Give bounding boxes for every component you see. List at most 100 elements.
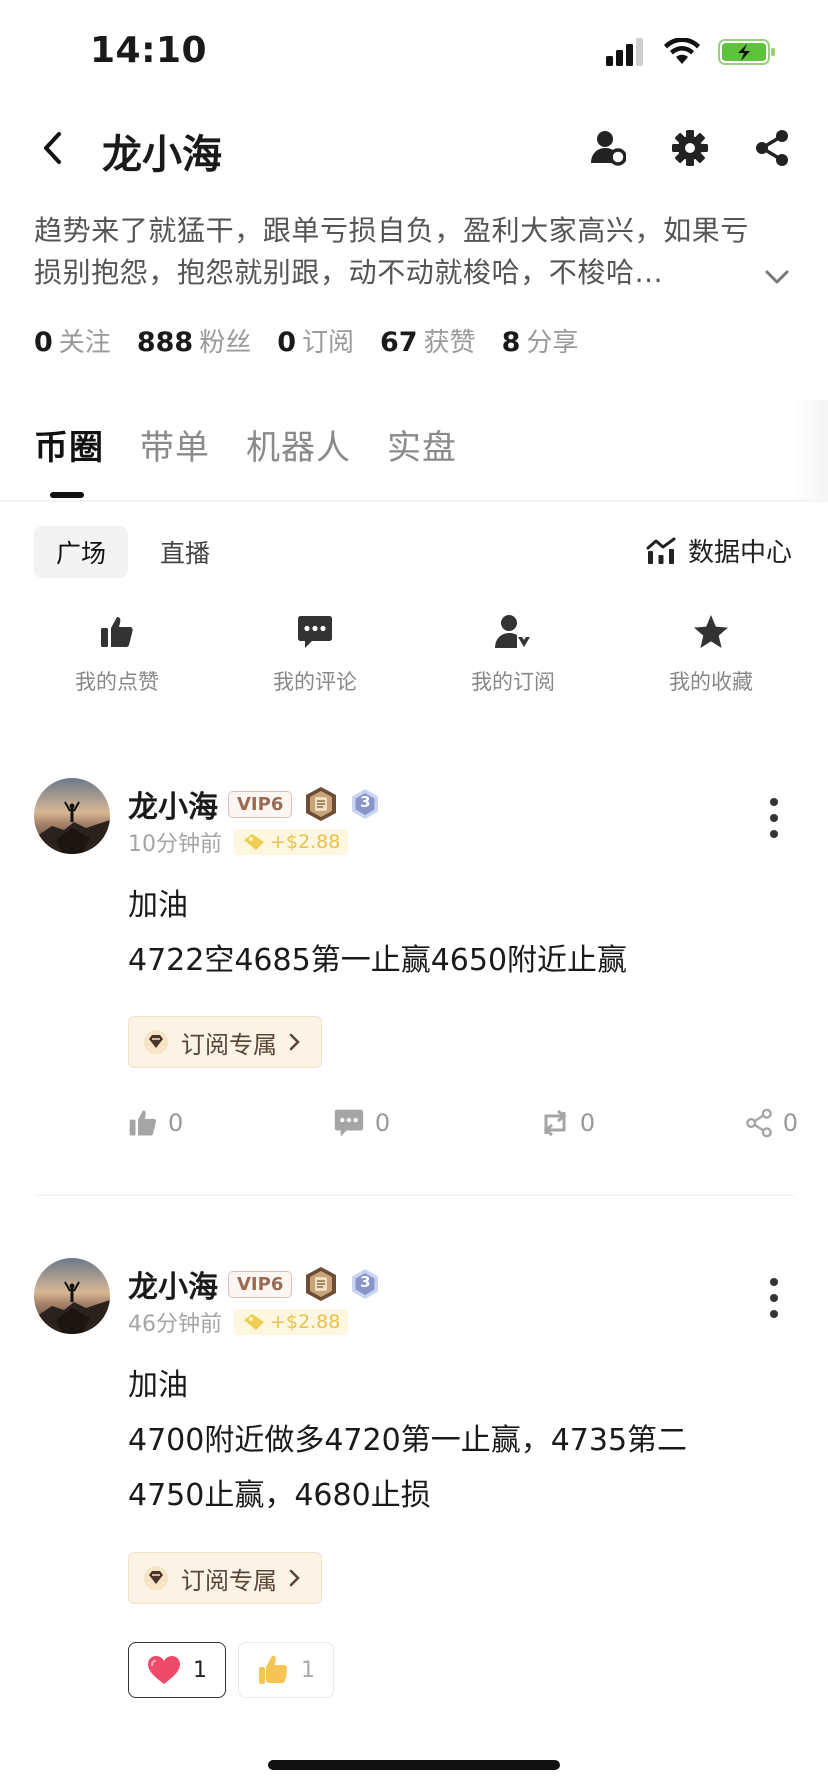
quick-action-label: 我的点赞 — [75, 670, 159, 694]
nav-bar: 龙小海 — [0, 108, 828, 188]
chevron-right-icon — [289, 1033, 300, 1051]
post-card: 龙小海 VIP6 3 10分钟前 +$2.88 加油 4722空4685第一止赢… — [0, 778, 828, 1158]
share-post-button[interactable]: 0 — [745, 1108, 798, 1138]
repost-button[interactable]: 0 — [540, 1108, 595, 1138]
thumbs-up-reaction[interactable]: 1 — [238, 1642, 334, 1698]
profile-stats: 0 关注 888 粉丝 0 订阅 67 获赞 8 分享 — [34, 322, 578, 359]
more-options-button[interactable] — [768, 798, 780, 838]
author-row: 龙小海 VIP6 3 — [128, 782, 380, 826]
chevron-down-icon — [765, 270, 789, 284]
bio-expand-button[interactable] — [762, 262, 792, 292]
quick-actions: 我的点赞 我的评论 我的订阅 我的收藏 — [0, 612, 828, 696]
author-name[interactable]: 龙小海 — [128, 782, 218, 826]
status-icons — [606, 38, 776, 66]
post-time: 10分钟前 — [128, 832, 222, 857]
level-badge: 3 — [350, 788, 380, 820]
battery-charging-icon — [718, 39, 775, 65]
my-comments-button[interactable]: 我的评论 — [216, 612, 414, 696]
level-number: 3 — [360, 793, 371, 811]
comment-button[interactable]: 0 — [333, 1108, 390, 1138]
gear-icon — [672, 130, 708, 166]
post-line: 加油 — [128, 1368, 188, 1403]
heart-reaction[interactable]: 1 — [128, 1642, 226, 1698]
page-title: 龙小海 — [102, 132, 222, 178]
data-center-label: 数据中心 — [687, 538, 792, 568]
repost-count: 0 — [579, 1109, 596, 1137]
wifi-icon — [664, 38, 700, 64]
author-row: 龙小海 VIP6 3 — [128, 1262, 380, 1306]
settings-button[interactable] — [668, 126, 712, 170]
back-button[interactable] — [32, 126, 72, 170]
tab-crypto-circle[interactable]: 币圈 — [34, 420, 104, 469]
subtab-plaza[interactable]: 广场 — [34, 526, 129, 578]
my-subscriptions-button[interactable]: 我的订阅 — [414, 612, 612, 696]
tab-copy-trading[interactable]: 带单 — [140, 420, 210, 469]
chevron-left-icon — [44, 132, 61, 164]
my-favorites-button[interactable]: 我的收藏 — [612, 612, 810, 696]
status-time: 14:10 — [90, 30, 208, 71]
nav-actions — [586, 126, 794, 170]
author-name[interactable]: 龙小海 — [128, 1262, 218, 1306]
post-line: 加油 — [128, 888, 188, 923]
post-meta: 46分钟前 +$2.88 — [128, 1306, 349, 1338]
tag-label: 订阅专属 — [181, 1566, 277, 1595]
share-count: 0 — [782, 1109, 798, 1137]
reward-amount: +$2.88 — [270, 1311, 341, 1333]
bio-line: 趋势来了就猛干，跟单亏损自负，盈利大家高兴，如果亏 — [34, 214, 750, 247]
tab-bots[interactable]: 机器人 — [246, 420, 351, 469]
star-icon — [694, 615, 728, 648]
subscriber-only-tag[interactable]: 订阅专属 — [128, 1016, 322, 1068]
quick-action-label: 我的评论 — [273, 670, 357, 694]
stat-following[interactable]: 0 关注 — [34, 322, 111, 359]
avatar[interactable] — [34, 1258, 110, 1334]
post-actions: 0 0 0 0 — [128, 1108, 798, 1138]
share-icon — [756, 130, 788, 166]
stat-likes-received: 67 获赞 — [380, 327, 476, 358]
main-tabs: 币圈 带单 机器人 实盘 — [34, 420, 457, 469]
thumbs-up-icon — [101, 617, 133, 647]
heart-icon — [148, 1656, 180, 1684]
like-button[interactable]: 0 — [128, 1108, 183, 1138]
post-content: 加油 4700附近做多4720第一止赢，4735第二 4750止赢，4680止损 — [128, 1358, 768, 1523]
stat-shares: 8 分享 — [501, 327, 579, 358]
status-bar: 14:10 — [0, 0, 828, 100]
comment-count: 0 — [374, 1109, 391, 1137]
bio-line: 损别抱怨，抱怨就别跟，动不动就梭哈，不梭哈... — [34, 256, 664, 289]
heart-reaction-count: 1 — [193, 1657, 207, 1683]
medal-icon — [306, 1267, 337, 1301]
stat-followers[interactable]: 888 粉丝 — [137, 322, 251, 359]
comment-icon — [334, 1109, 364, 1137]
subscriber-only-tag[interactable]: 订阅专属 — [128, 1552, 322, 1604]
medal-icon — [306, 787, 337, 821]
post-line: 4722空4685第一止赢4650附近止赢 — [128, 943, 628, 978]
tab-live-trading[interactable]: 实盘 — [387, 420, 457, 469]
reactions-row: 1 1 — [128, 1642, 334, 1698]
reward-badge: +$2.88 — [234, 829, 349, 855]
avatar[interactable] — [34, 778, 110, 854]
share-icon — [745, 1108, 772, 1138]
subtab-live[interactable]: 直播 — [138, 526, 232, 578]
comment-icon — [298, 616, 332, 648]
post-content: 加油 4722空4685第一止赢4650附近止赢 — [128, 878, 768, 988]
stat-subscriptions[interactable]: 0 订阅 — [277, 322, 354, 359]
tag-label: 订阅专属 — [181, 1030, 277, 1059]
subscribe-user-icon — [495, 615, 530, 648]
user-settings-icon — [591, 131, 626, 166]
coin-tag-icon — [244, 1314, 264, 1330]
share-button[interactable] — [750, 126, 794, 170]
data-center-button[interactable]: 数据中心 — [646, 532, 792, 569]
sub-tabs: 广场 直播 — [34, 526, 232, 578]
my-likes-button[interactable]: 我的点赞 — [18, 612, 216, 696]
more-options-button[interactable] — [768, 1278, 780, 1318]
post-line: 4750止赢，4680止损 — [128, 1478, 431, 1513]
thumbs-up-icon — [129, 1110, 157, 1136]
level-badge: 3 — [350, 1268, 380, 1300]
vip-badge: VIP6 — [228, 790, 293, 818]
level-number: 3 — [360, 1273, 371, 1291]
chevron-right-icon — [289, 1569, 300, 1587]
active-tab-indicator — [50, 492, 84, 498]
like-count: 0 — [168, 1109, 184, 1137]
profile-bio: 趋势来了就猛干，跟单亏损自负，盈利大家高兴，如果亏 损别抱怨，抱怨就别跟，动不动… — [34, 210, 794, 294]
post-meta: 10分钟前 +$2.88 — [128, 826, 349, 858]
manage-user-button[interactable] — [586, 126, 630, 170]
